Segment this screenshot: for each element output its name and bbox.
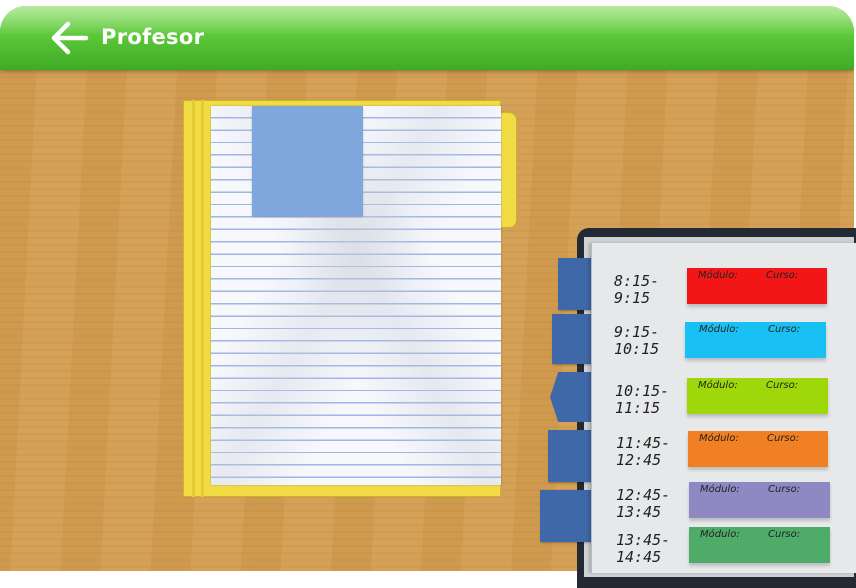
curso-label: Curso:: [768, 484, 801, 495]
modulo-label: Módulo:: [700, 484, 740, 495]
curso-label: Curso:: [768, 529, 801, 540]
curso-label: Curso:: [766, 380, 799, 391]
time-label: 10:15- 11:15: [615, 383, 669, 417]
time-label: 13:45- 14:45: [616, 532, 670, 566]
notes-folder[interactable]: [183, 100, 517, 497]
back-button[interactable]: [48, 20, 90, 56]
time-start: 13:45-: [616, 531, 671, 549]
header-bar: Profesor: [0, 6, 854, 70]
folder-tab: [499, 112, 517, 228]
time-start: 12:45-: [616, 486, 671, 504]
page-title: Profesor: [101, 25, 205, 49]
time-start: 11:45-: [616, 434, 671, 452]
modulo-label: Módulo:: [698, 270, 738, 281]
planner-index-tab[interactable]: [552, 314, 591, 364]
time-start: 8:15-: [614, 272, 660, 290]
planner-index-tab[interactable]: [558, 258, 591, 310]
time-end: 12:45: [616, 451, 662, 469]
schedule-slot[interactable]: Módulo: Curso:: [689, 482, 830, 518]
modulo-label: Módulo:: [699, 433, 739, 444]
modulo-label: Módulo:: [700, 529, 740, 540]
arrow-left-icon: [51, 21, 89, 55]
time-label: 9:15- 10:15: [614, 324, 659, 358]
folder-stripe: [201, 100, 204, 497]
schedule-slot[interactable]: Módulo: Curso:: [685, 322, 826, 358]
folder-stripe: [192, 100, 195, 497]
curso-label: Curso:: [766, 270, 799, 281]
schedule-slot[interactable]: Módulo: Curso:: [687, 268, 827, 304]
sticky-note[interactable]: [252, 106, 363, 216]
time-label: 12:45- 13:45: [616, 487, 670, 521]
schedule-slot[interactable]: Módulo: Curso:: [689, 527, 830, 563]
schedule-slot[interactable]: Módulo: Curso:: [688, 431, 828, 467]
time-end: 11:15: [615, 399, 661, 417]
time-end: 9:15: [614, 289, 651, 307]
time-label: 8:15- 9:15: [614, 273, 659, 307]
planner-index-tab[interactable]: [540, 490, 591, 542]
time-start: 9:15-: [614, 323, 660, 341]
time-start: 10:15-: [615, 382, 670, 400]
modulo-label: Módulo:: [698, 380, 738, 391]
time-end: 13:45: [616, 503, 662, 521]
time-end: 14:45: [616, 548, 662, 566]
time-label: 11:45- 12:45: [616, 435, 670, 469]
planner-index-tab[interactable]: [550, 372, 591, 422]
curso-label: Curso:: [768, 324, 801, 335]
planner-page: 8:15- 9:15 Módulo: Curso: 9:15- 10:15 Mó…: [591, 243, 856, 573]
modulo-label: Módulo:: [699, 324, 739, 335]
planner-index-tab[interactable]: [548, 430, 591, 482]
curso-label: Curso:: [767, 433, 800, 444]
time-end: 10:15: [614, 340, 660, 358]
schedule-slot[interactable]: Módulo: Curso:: [687, 378, 828, 414]
